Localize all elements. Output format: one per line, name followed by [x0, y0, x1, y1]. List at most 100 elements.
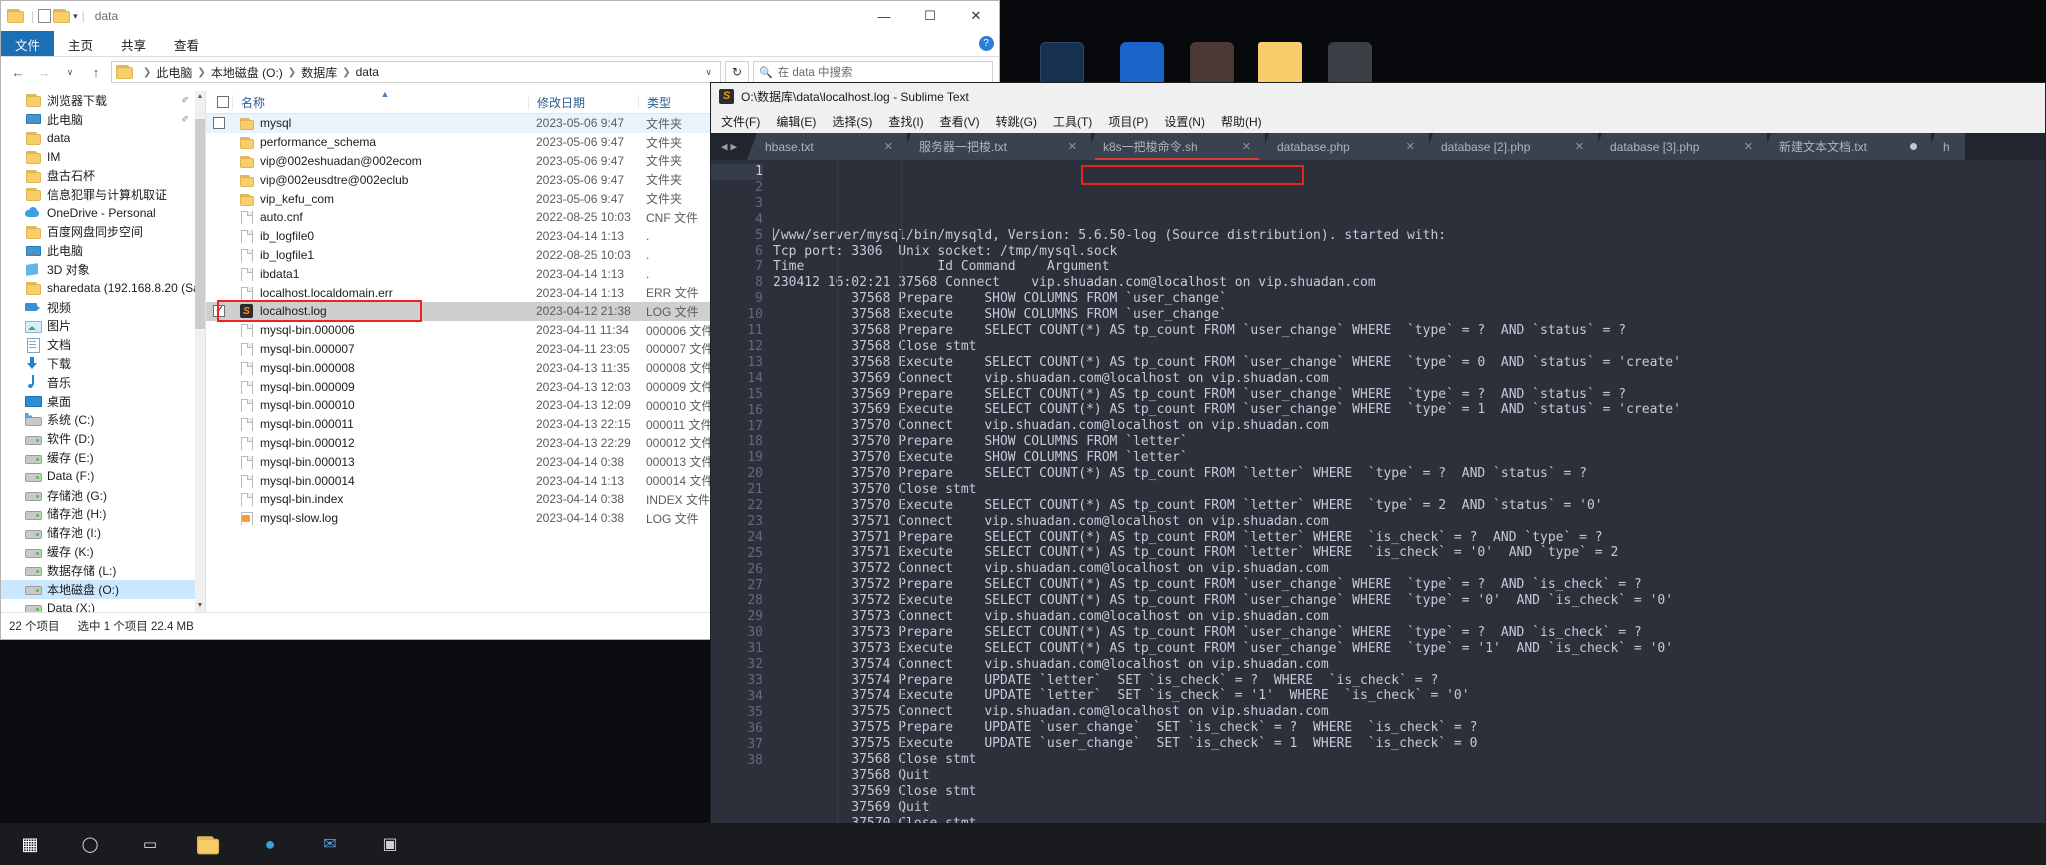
nav-item-17[interactable]: 系统 (C:) [1, 411, 205, 430]
nav-item-9[interactable]: 3D 对象 [1, 260, 205, 279]
breadcrumb-item-1[interactable]: 本地磁盘 (O:) [211, 64, 283, 81]
menu-item-3[interactable]: 查找(I) [888, 113, 923, 130]
taskbar[interactable]: ▦ ◯ ▭ ● ✉ ▣ [0, 823, 2046, 865]
nav-item-0[interactable]: 浏览器下载 ✐ [1, 91, 205, 110]
cell-name[interactable]: mysql [232, 116, 528, 131]
editor-tab-1[interactable]: 服务器一把梭.txt ✕ [901, 133, 1091, 160]
menu-item-0[interactable]: 文件(F) [721, 113, 760, 130]
row-checkbox[interactable] [206, 343, 232, 355]
menu-item-9[interactable]: 帮助(H) [1221, 113, 1262, 130]
navigation-list[interactable]: 浏览器下载 ✐ 此电脑 ✐ data IM 盘古石杯 信息犯罪与计算机取证 OneDrive -… [1, 91, 205, 612]
tab-close-icon[interactable]: ✕ [1068, 140, 1077, 153]
close-button[interactable]: ✕ [953, 1, 999, 31]
tab-next-icon[interactable]: ▶ [731, 140, 738, 153]
breadcrumb-item-2[interactable]: 数据库 [301, 64, 337, 81]
refresh-button[interactable]: ↻ [725, 61, 749, 83]
nav-item-8[interactable]: 此电脑 [1, 241, 205, 260]
minimize-button[interactable]: — [861, 1, 907, 31]
editor-tab-0[interactable]: hbase.txt ✕ [747, 133, 907, 160]
row-checkbox[interactable] [206, 399, 232, 411]
customize-chevron-icon[interactable]: ▾ [73, 11, 78, 22]
row-checkbox[interactable] [206, 287, 232, 299]
menu-item-4[interactable]: 查看(V) [940, 113, 980, 130]
sublime-editor[interactable]: 1 2 3 4 5 6 7 8 9 10 11 12 13 14 15 16 17 18 19 20 21 22 23 24 2… [711, 160, 2045, 864]
editor-tab-2[interactable]: k8s一把梭命令.sh ✕ [1085, 133, 1265, 160]
cell-name[interactable]: ib_logfile1 [232, 248, 528, 262]
checkbox-icon[interactable] [213, 303, 225, 318]
cell-name[interactable]: localhost.log [232, 304, 528, 319]
column-header-name[interactable]: 名称 ▲ [232, 91, 528, 110]
ribbon-tab-view[interactable]: 查看 [160, 31, 213, 56]
new-folder-icon[interactable] [53, 7, 71, 25]
row-checkbox[interactable] [206, 324, 232, 336]
tab-prev-icon[interactable]: ◀ [721, 140, 728, 153]
back-button[interactable]: ← [7, 61, 29, 83]
menu-item-6[interactable]: 工具(T) [1053, 113, 1092, 130]
row-checkbox[interactable] [206, 437, 232, 449]
navigation-pane[interactable]: 浏览器下载 ✐ 此电脑 ✐ data IM 盘古石杯 信息犯罪与计算机取证 OneDrive -… [1, 91, 206, 612]
row-checkbox[interactable] [206, 512, 232, 524]
nav-item-10[interactable]: sharedata (192.168.8.20 (Samba [1, 279, 205, 298]
pin-icon[interactable]: ✐ [181, 95, 189, 106]
up-button[interactable]: ↑ [85, 61, 107, 83]
cell-name[interactable]: mysql-bin.000010 [232, 398, 528, 413]
row-checkbox[interactable] [206, 418, 232, 430]
nav-item-13[interactable]: 文档 [1, 335, 205, 354]
tab-close-icon[interactable]: ✕ [1744, 140, 1753, 153]
row-checkbox[interactable] [206, 230, 232, 242]
column-header-date[interactable]: 修改日期 [528, 94, 638, 110]
cell-name[interactable]: mysql-bin.000009 [232, 380, 528, 394]
menu-item-5[interactable]: 转跳(G) [996, 113, 1037, 130]
editor-tab-5[interactable]: database [3].php ✕ [1592, 133, 1767, 160]
cell-name[interactable]: ibdata1 [232, 267, 528, 281]
cell-name[interactable]: localhost.localdomain.err [232, 286, 528, 300]
cell-name[interactable]: mysql-bin.000014 [232, 474, 528, 488]
window-controls[interactable]: — ☐ ✕ [861, 1, 999, 31]
cell-name[interactable]: vip@002eusdtre@002eclub [232, 173, 528, 187]
nav-item-19[interactable]: 缓存 (E:) [1, 448, 205, 467]
menu-item-1[interactable]: 编辑(E) [776, 113, 816, 130]
nav-item-3[interactable]: IM [1, 147, 205, 166]
nav-item-2[interactable]: data [1, 129, 205, 148]
row-checkbox[interactable] [206, 303, 232, 318]
tab-close-icon[interactable]: ✕ [1242, 140, 1251, 153]
pin-icon[interactable]: ✐ [181, 114, 189, 125]
row-checkbox[interactable] [206, 249, 232, 261]
nav-item-4[interactable]: 盘古石杯 [1, 166, 205, 185]
cell-name[interactable]: mysql-bin.000006 [232, 323, 528, 338]
row-checkbox[interactable] [206, 475, 232, 487]
nav-item-15[interactable]: 音乐 [1, 373, 205, 392]
ribbon-tab-home[interactable]: 主页 [54, 31, 107, 56]
editor-tab-4[interactable]: database [2].php ✕ [1423, 133, 1598, 160]
row-checkbox[interactable] [206, 381, 232, 393]
cell-name[interactable]: auto.cnf [232, 210, 528, 225]
editor-tab-6[interactable]: 新建文本文档.txt [1761, 133, 1931, 160]
nav-item-23[interactable]: 储存池 (I:) [1, 523, 205, 542]
nav-item-25[interactable]: 数据存储 (L:) [1, 561, 205, 580]
editor-tab-3[interactable]: database.php ✕ [1259, 133, 1429, 160]
nav-item-18[interactable]: 软件 (D:) [1, 429, 205, 448]
nav-item-5[interactable]: 信息犯罪与计算机取证 [1, 185, 205, 204]
row-checkbox[interactable] [206, 155, 232, 167]
explorer-titlebar[interactable]: | ▾ | data — ☐ ✕ [1, 1, 999, 31]
menu-item-7[interactable]: 项目(P) [1108, 113, 1148, 130]
explorer-taskbar-icon[interactable] [180, 823, 240, 865]
menu-item-8[interactable]: 设置(N) [1164, 113, 1205, 130]
task-view-icon[interactable]: ▭ [120, 823, 180, 865]
sublime-text-window[interactable]: S O:\数据库\data\localhost.log - Sublime Te… [710, 82, 2046, 865]
row-checkbox[interactable] [206, 117, 232, 130]
browser-taskbar-icon[interactable]: ● [240, 823, 300, 865]
forward-button[interactable]: → [33, 61, 55, 83]
nav-scroll-up-icon[interactable]: ▲ [195, 91, 205, 103]
nav-item-1[interactable]: 此电脑 ✐ [1, 110, 205, 129]
recent-locations-button[interactable]: ∨ [59, 61, 81, 83]
breadcrumb-item-0[interactable]: 此电脑 [156, 64, 192, 81]
cell-name[interactable]: ib_logfile0 [232, 229, 528, 244]
folder-icon[interactable] [7, 7, 25, 25]
cell-name[interactable]: mysql-bin.000013 [232, 455, 528, 469]
tab-close-icon[interactable]: ✕ [1406, 140, 1415, 153]
mail-taskbar-icon[interactable]: ✉ [300, 823, 360, 865]
tab-close-icon[interactable]: ✕ [1575, 140, 1584, 153]
row-checkbox[interactable] [206, 174, 232, 186]
nav-scroll-down-icon[interactable]: ▼ [195, 600, 205, 612]
